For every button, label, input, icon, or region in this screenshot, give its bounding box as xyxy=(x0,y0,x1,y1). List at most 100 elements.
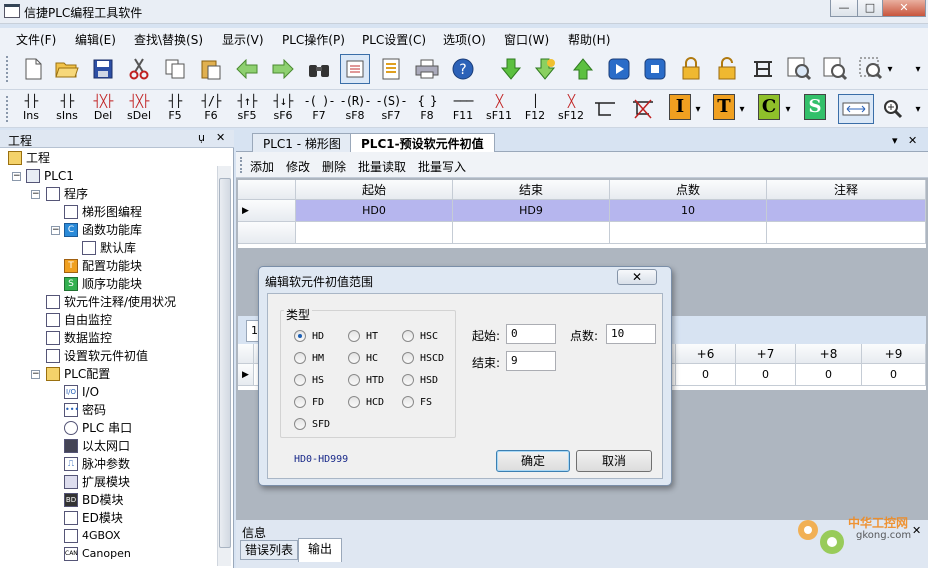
menu-help[interactable]: 帮助(H) xyxy=(568,31,610,48)
ladder-falling-edge-button[interactable]: ┤↓├ sF6 xyxy=(266,92,300,126)
tree-4gbox[interactable]: 4GBOX xyxy=(64,527,120,545)
collapse-icon[interactable]: − xyxy=(12,172,21,181)
tree-config-block[interactable]: T 配置功能块 xyxy=(64,257,142,275)
tree-data-monitor[interactable]: 数据监控 xyxy=(46,329,112,347)
tab-error-list[interactable]: 错误列表 xyxy=(240,540,298,560)
ladder-reset-coil-button[interactable]: -(R)- sF8 xyxy=(338,92,372,126)
tree-program[interactable]: 程序 xyxy=(46,185,88,203)
batch-write-button[interactable]: 批量写入 xyxy=(418,158,466,175)
chevron-down-icon[interactable]: ▾ xyxy=(884,56,896,82)
modify-button[interactable]: 修改 xyxy=(286,158,310,175)
value-cell[interactable]: 0 xyxy=(796,364,862,386)
ladder-vline-button[interactable]: │ F12 xyxy=(518,92,552,126)
tree-sequence-block[interactable]: S 顺序功能块 xyxy=(64,275,142,293)
ladder-sdel-button[interactable]: ┤╳├ sDel xyxy=(122,92,156,126)
menu-window[interactable]: 窗口(W) xyxy=(504,31,549,48)
tab-close-icon[interactable]: ✕ xyxy=(908,134,917,147)
delete-branch-icon[interactable] xyxy=(630,96,656,122)
value-cell[interactable]: 0 xyxy=(736,364,796,386)
ladder-delete-hline-button[interactable]: ╳ sF11 xyxy=(482,92,516,126)
project-scrollbar[interactable] xyxy=(217,166,231,566)
upload-icon[interactable] xyxy=(570,56,596,82)
ladder-del-button[interactable]: ┤╳├ Del xyxy=(86,92,120,126)
empty-cell[interactable] xyxy=(610,222,767,244)
state-block-button[interactable]: S xyxy=(804,94,826,120)
tree-canopen[interactable]: CAN Canopen xyxy=(64,545,131,563)
tree-root-project[interactable]: 工程 xyxy=(8,149,50,167)
tab-output[interactable]: 输出 xyxy=(298,538,342,562)
minimize-button[interactable]: — xyxy=(830,0,858,17)
radio-hcd[interactable]: HCD xyxy=(348,396,384,408)
counter-block-button[interactable]: C xyxy=(758,94,780,120)
collapse-icon[interactable]: − xyxy=(51,226,60,235)
ladder-coil-button[interactable]: -( )- F7 xyxy=(302,92,336,126)
ladder-set-coil-button[interactable]: -(S)- sF7 xyxy=(374,92,408,126)
help-icon[interactable]: ? xyxy=(450,56,476,82)
tree-function-library[interactable]: C 函数功能库 xyxy=(64,221,142,239)
row-marker[interactable]: ▶ xyxy=(238,200,296,222)
radio-fd[interactable]: FD xyxy=(294,396,324,408)
radio-sfd[interactable]: SFD xyxy=(294,418,330,430)
zoom-in-icon[interactable] xyxy=(880,96,906,122)
tree-password[interactable]: ••• 密码 xyxy=(64,401,106,419)
toolbar-overflow-icon[interactable]: ▾ xyxy=(912,96,924,122)
ladder-sins-button[interactable]: ┤├ sIns xyxy=(50,92,84,126)
col-header-plus7[interactable]: +7 xyxy=(736,344,796,364)
branch-icon[interactable] xyxy=(592,96,618,122)
chevron-down-icon[interactable]: ▾ xyxy=(736,96,748,122)
ladder-ins-button[interactable]: ┤├ Ins xyxy=(14,92,48,126)
cell-end[interactable]: HD9 xyxy=(453,200,610,222)
tree-io[interactable]: I/O I/O xyxy=(64,383,99,401)
ladder-rising-edge-button[interactable]: ┤↑├ sF5 xyxy=(230,92,264,126)
row-marker[interactable]: ▶ xyxy=(238,364,254,386)
forward-arrow-icon[interactable] xyxy=(270,56,296,82)
radio-hscd[interactable]: HSCD xyxy=(402,352,444,364)
collapse-icon[interactable]: − xyxy=(31,190,40,199)
tree-ed-module[interactable]: ED模块 xyxy=(64,509,123,527)
tree-plc1[interactable]: PLC1 xyxy=(26,167,74,185)
paste-icon[interactable] xyxy=(198,56,224,82)
tree-device-comments[interactable]: 软元件注释/使用状况 xyxy=(46,293,176,311)
delete-button[interactable]: 删除 xyxy=(322,158,346,175)
tab-ladder[interactable]: PLC1 - 梯形图 xyxy=(252,133,352,152)
menu-view[interactable]: 显示(V) xyxy=(222,31,264,48)
cell-start[interactable]: HD0 xyxy=(296,200,453,222)
col-header-note[interactable]: 注释 xyxy=(767,180,926,200)
radio-ht[interactable]: HT xyxy=(348,330,378,342)
batch-read-button[interactable]: 批量读取 xyxy=(358,158,406,175)
radio-htd[interactable]: HTD xyxy=(348,374,384,386)
pin-icon[interactable]: ụ xyxy=(198,131,205,144)
col-header-plus9[interactable]: +9 xyxy=(862,344,926,364)
ladder-delete-vline-button[interactable]: ╳ sF12 xyxy=(554,92,588,126)
width-adjust-icon[interactable] xyxy=(838,94,874,124)
col-header-plus6[interactable]: +6 xyxy=(676,344,736,364)
menu-file[interactable]: 文件(F) xyxy=(16,31,56,48)
zoom-table-icon[interactable] xyxy=(786,56,812,82)
back-arrow-icon[interactable] xyxy=(234,56,260,82)
ok-button[interactable]: 确定 xyxy=(496,450,570,472)
tree-bd-module[interactable]: BD BD模块 xyxy=(64,491,123,509)
toolbar-overflow-icon[interactable]: ▾ xyxy=(912,56,924,82)
col-header-plus8[interactable]: +8 xyxy=(796,344,862,364)
ladder-instruction-button[interactable]: { } F8 xyxy=(410,92,444,126)
ladder-view-icon[interactable] xyxy=(340,54,370,84)
cell-count[interactable]: 10 xyxy=(610,200,767,222)
radio-hc[interactable]: HC xyxy=(348,352,378,364)
run-icon[interactable] xyxy=(606,56,632,82)
col-header-count[interactable]: 点数 xyxy=(610,180,767,200)
tree-default-library[interactable]: 默认库 xyxy=(82,239,136,257)
close-window-button[interactable]: ✕ xyxy=(882,0,926,17)
tree-ladder-programming[interactable]: 梯形图编程 xyxy=(64,203,142,221)
tab-initial-values[interactable]: PLC1-预设软元件初值 xyxy=(350,133,495,153)
empty-cell[interactable] xyxy=(767,222,926,244)
download-program-icon[interactable] xyxy=(532,56,558,82)
ladder-nc-contact-button[interactable]: ┤/├ F6 xyxy=(194,92,228,126)
close-panel-icon[interactable]: ✕ xyxy=(216,131,225,144)
tree-plc-config[interactable]: PLC配置 xyxy=(46,365,110,383)
menu-find-replace[interactable]: 查找\替换(S) xyxy=(134,31,203,48)
open-folder-icon[interactable] xyxy=(54,56,80,82)
radio-hsc[interactable]: HSC xyxy=(402,330,438,342)
cancel-button[interactable]: 取消 xyxy=(576,450,652,472)
scrollbar-thumb[interactable] xyxy=(219,178,231,548)
menu-options[interactable]: 选项(O) xyxy=(443,31,486,48)
